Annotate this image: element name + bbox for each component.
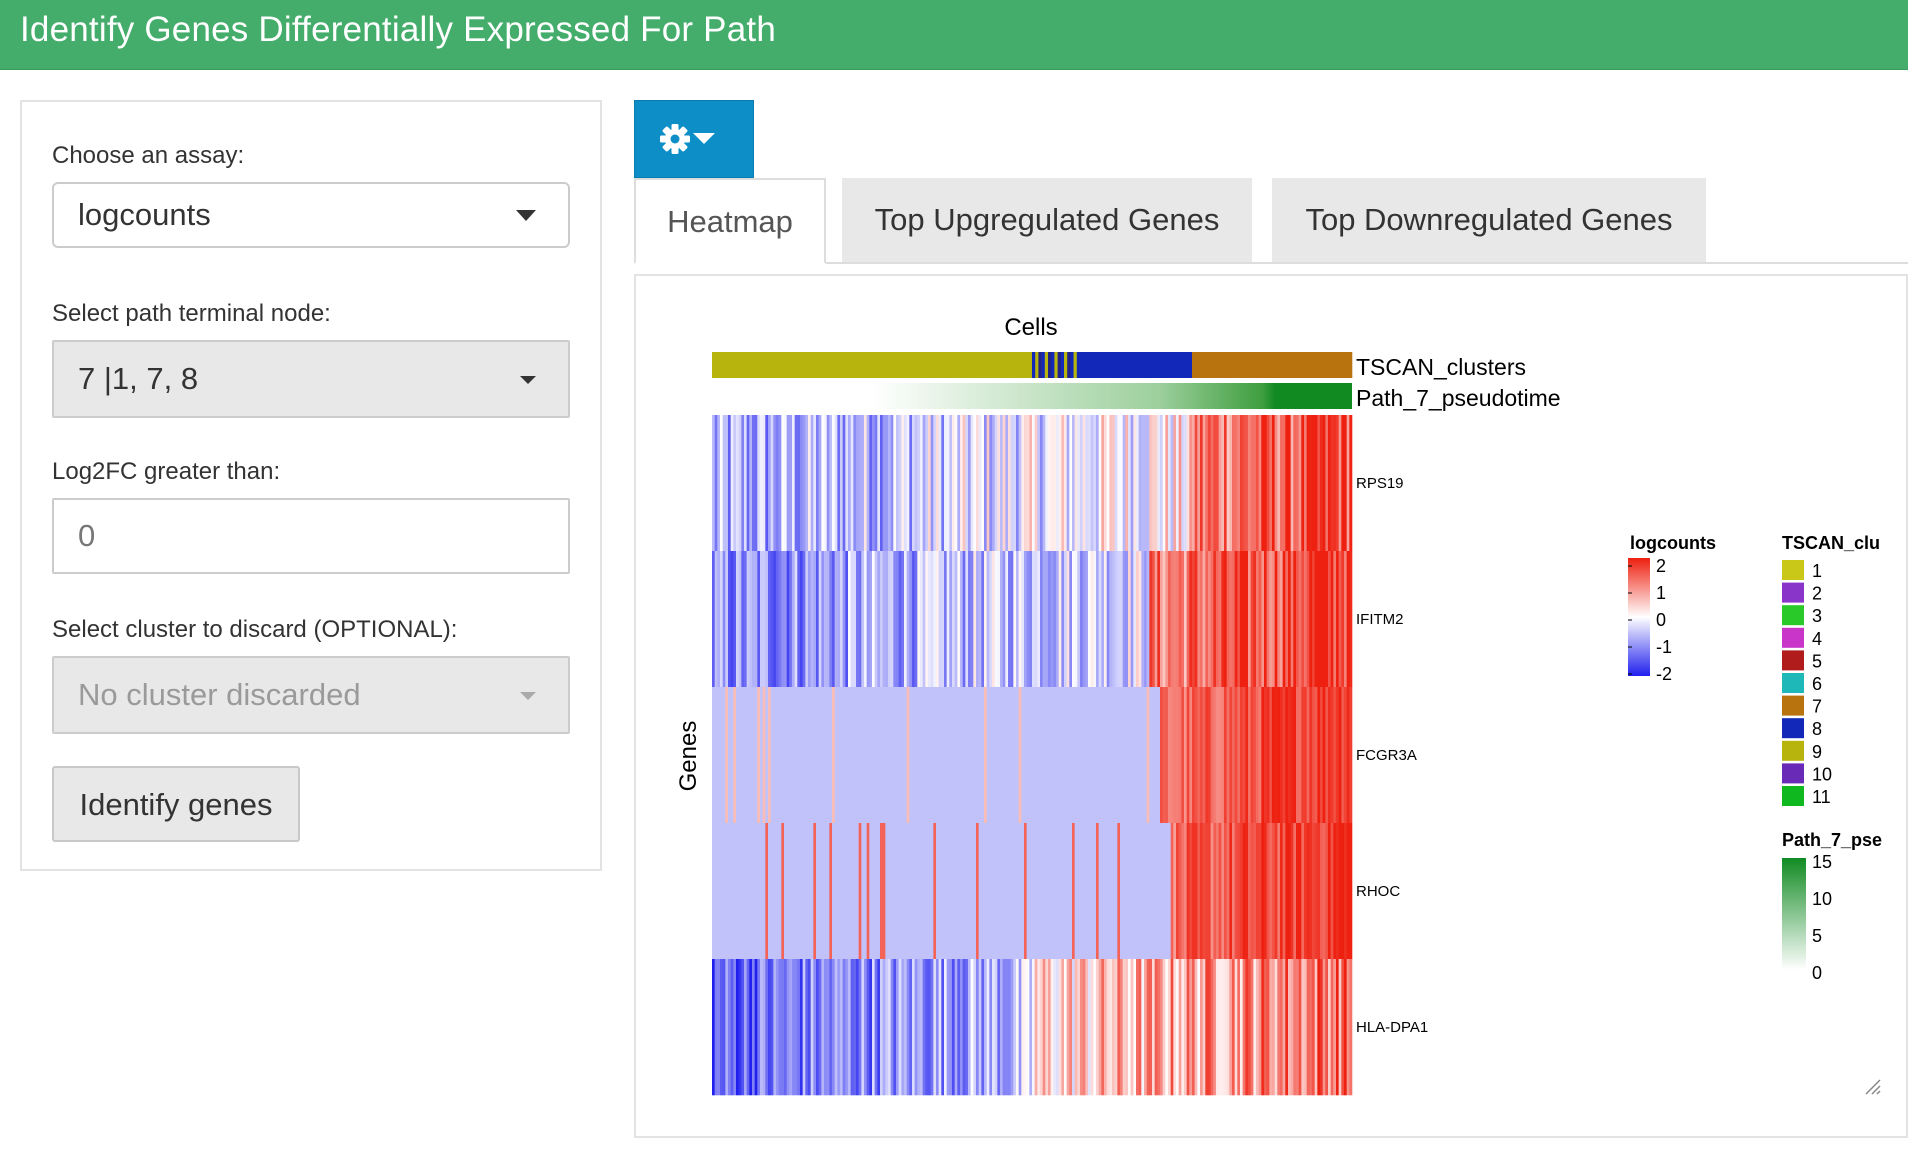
identify-genes-button[interactable]: Identify genes bbox=[52, 766, 300, 842]
tab-top-upregulated-label: Top Upgregulated Genes bbox=[874, 202, 1220, 237]
assay-select[interactable]: logcounts bbox=[52, 182, 570, 248]
tab-top-upregulated[interactable]: Top Upgregulated Genes bbox=[842, 178, 1252, 262]
caret-down-icon bbox=[693, 133, 715, 144]
tab-heatmap[interactable]: Heatmap bbox=[634, 178, 826, 264]
log2fc-label: Log2FC greater than: bbox=[52, 458, 281, 485]
heatmap-panel bbox=[634, 274, 1908, 1138]
log2fc-input[interactable]: 0 bbox=[52, 498, 570, 574]
discard-cluster-select[interactable]: No cluster discarded bbox=[52, 656, 570, 734]
settings-dropdown-button[interactable] bbox=[634, 100, 754, 178]
assay-select-value: logcounts bbox=[78, 197, 211, 232]
app-header: Identify Genes Differentially Expressed … bbox=[0, 0, 1908, 70]
tab-top-downregulated-label: Top Downregulated Genes bbox=[1305, 202, 1673, 237]
assay-label: Choose an assay: bbox=[52, 142, 245, 169]
log2fc-value: 0 bbox=[78, 518, 96, 553]
caret-down-icon bbox=[516, 210, 536, 221]
resize-handle-icon[interactable] bbox=[1864, 1078, 1882, 1096]
caret-down-icon bbox=[520, 692, 536, 700]
tab-heatmap-label: Heatmap bbox=[667, 204, 793, 239]
page-title: Identify Genes Differentially Expressed … bbox=[20, 10, 776, 49]
terminal-node-select[interactable]: 7 |1, 7, 8 bbox=[52, 340, 570, 418]
discard-cluster-value: No cluster discarded bbox=[78, 677, 361, 712]
terminal-node-label: Select path terminal node: bbox=[52, 300, 331, 327]
tab-top-downregulated[interactable]: Top Downregulated Genes bbox=[1272, 178, 1706, 262]
discard-cluster-label: Select cluster to discard (OPTIONAL): bbox=[52, 616, 458, 643]
terminal-node-value: 7 |1, 7, 8 bbox=[78, 361, 199, 396]
gear-icon bbox=[660, 124, 715, 154]
caret-down-icon bbox=[520, 376, 536, 384]
sidebar-panel: Choose an assay: logcounts Select path t… bbox=[20, 100, 602, 871]
